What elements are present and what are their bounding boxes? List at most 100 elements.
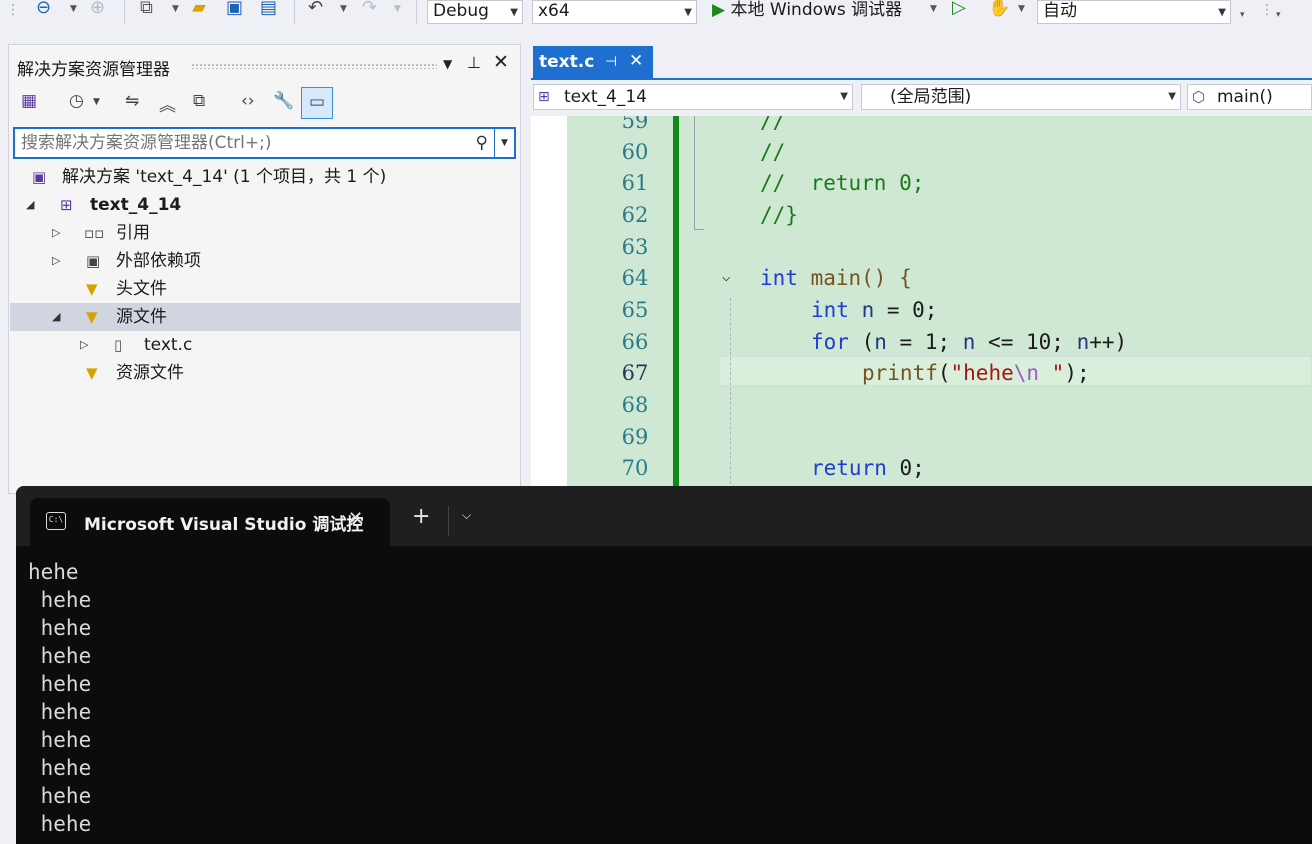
scope-nav-value: (全局范围): [890, 87, 972, 107]
undo-dropdown-icon[interactable]: ▼: [340, 4, 347, 14]
code-editor: text.c ⊣ ✕ ⊞ text_4_14 ▼ (全局范围) ▼ ⬡ main…: [531, 44, 1312, 494]
configuration-select[interactable]: Debug ▼: [427, 0, 523, 24]
switch-views-icon[interactable]: ▦: [21, 91, 37, 111]
chevron-down-icon[interactable]: ⌵: [462, 508, 471, 523]
tree-item-solution[interactable]: ▣ 解决方案 'text_4_14' (1 个项目，共 1 个): [10, 163, 520, 191]
code-line: printf("hehe\n ");: [862, 361, 1090, 385]
line-number: 65: [621, 298, 649, 322]
toolbar-overflow-icon[interactable]: ▾: [1276, 10, 1281, 20]
forward-icon[interactable]: ⊕: [90, 0, 105, 18]
c-file-icon: ▯: [114, 336, 123, 354]
tree-item-references[interactable]: ▷ ▫▫ 引用: [10, 219, 520, 247]
code-line: //: [760, 116, 786, 133]
tree-item-label: 外部依赖项: [116, 251, 201, 271]
code-line: // return 0;: [760, 171, 925, 195]
pin-icon[interactable]: ⊣: [605, 54, 617, 70]
platform-select[interactable]: x64 ▼: [532, 0, 697, 24]
search-box[interactable]: ⚲ ▼: [13, 127, 516, 159]
expanded-arrow-icon[interactable]: ◢: [26, 191, 34, 219]
collapsed-arrow-icon[interactable]: ▷: [80, 331, 88, 359]
close-icon[interactable]: ✕: [629, 51, 643, 71]
tree-item-label: 解决方案 'text_4_14' (1 个项目，共 1 个): [62, 167, 387, 187]
redo-dropdown-icon[interactable]: ▼: [394, 4, 401, 14]
play-icon: ▶: [712, 0, 726, 20]
save-icon[interactable]: ▣: [226, 0, 243, 18]
undo-icon[interactable]: ↶: [308, 0, 323, 18]
panel-title: 解决方案资源管理器: [17, 60, 170, 80]
console-output[interactable]: hehe hehe hehe hehe hehe hehe hehe hehe …: [28, 558, 91, 838]
pending-changes-icon[interactable]: ◷: [69, 91, 84, 111]
references-icon: ▫▫: [84, 224, 105, 242]
show-all-files-icon[interactable]: ⧉: [193, 91, 205, 111]
close-icon[interactable]: ✕: [348, 508, 363, 529]
collapsed-arrow-icon[interactable]: ▷: [52, 247, 60, 275]
titlebar-separator: [448, 506, 449, 536]
tree-item-external-deps[interactable]: ▷ ▣ 外部依赖项: [10, 247, 520, 275]
member-nav-select[interactable]: ⬡ main(): [1187, 84, 1312, 110]
tree-item-label: text.c: [144, 335, 193, 355]
back-icon[interactable]: ⊖: [36, 0, 51, 18]
open-folder-icon[interactable]: ▰: [192, 0, 206, 18]
tree-item-label: 引用: [116, 223, 150, 243]
tree-item-label: 头文件: [116, 279, 167, 299]
close-icon[interactable]: ✕: [493, 51, 509, 73]
tab-strip: [531, 78, 1312, 80]
pending-dropdown-icon[interactable]: ▼: [93, 97, 100, 107]
code-line: for (n = 1; n <= 10; n++): [811, 330, 1128, 354]
scope-nav-select[interactable]: (全局范围) ▼: [861, 84, 1181, 110]
toolbar-separator: [416, 0, 417, 24]
search-options-dropdown[interactable]: ▼: [494, 129, 514, 157]
line-number: 69: [621, 425, 649, 449]
solution-icon: ▣: [32, 168, 47, 186]
hot-reload-dropdown-icon[interactable]: ▼: [1018, 4, 1025, 14]
toolbar-separator: [124, 0, 125, 24]
line-number: 61: [621, 171, 649, 195]
start-debugging-button[interactable]: ▶ 本地 Windows 调试器: [712, 0, 902, 20]
tree-item-label: 资源文件: [116, 363, 184, 383]
cpp-project-icon: ⊞: [538, 89, 550, 105]
grip-icon: ⋮: [1260, 2, 1274, 18]
new-project-icon[interactable]: ⧉: [140, 0, 153, 18]
platform-value: x64: [538, 1, 570, 21]
new-dropdown-icon[interactable]: ▼: [172, 4, 179, 14]
tree-item-sources[interactable]: ◢ ▼ 源文件: [10, 303, 520, 331]
tree-item-headers[interactable]: ▼ 头文件: [10, 275, 520, 303]
run-dropdown-icon[interactable]: ▼: [930, 4, 937, 14]
search-input[interactable]: [21, 133, 461, 153]
terminal-tab[interactable]: C:\ Microsoft Visual Studio 调试控 ✕: [30, 498, 390, 546]
tree-item-resources[interactable]: ▼ 资源文件: [10, 359, 520, 387]
collapsed-arrow-icon[interactable]: ▷: [52, 219, 60, 247]
properties-icon[interactable]: 🔧: [273, 91, 294, 111]
preview-selected-icon[interactable]: ▭: [301, 87, 333, 119]
method-cube-icon: ⬡: [1192, 88, 1206, 106]
pin-icon[interactable]: ⊥: [467, 53, 481, 72]
line-number: 62: [621, 203, 649, 227]
tab-label: text.c: [539, 52, 595, 72]
line-number: 67: [621, 361, 649, 385]
new-tab-icon[interactable]: +: [412, 506, 430, 528]
zoom-select[interactable]: 自动 ▼: [1037, 0, 1231, 24]
panel-menu-icon[interactable]: ▼: [443, 57, 452, 71]
collapse-all-icon[interactable]: ︽: [159, 91, 176, 116]
project-nav-select[interactable]: ⊞ text_4_14 ▼: [533, 84, 853, 110]
search-icon[interactable]: ⚲: [476, 133, 488, 153]
tab-text-c[interactable]: text.c ⊣ ✕: [533, 46, 653, 78]
terminal-icon: C:\: [46, 512, 66, 530]
save-all-icon[interactable]: ▤: [260, 0, 277, 18]
sync-icon[interactable]: ⇋: [125, 91, 139, 111]
toolbar-overflow-icon[interactable]: ▾: [1240, 10, 1245, 20]
view-code-icon[interactable]: ‹›: [241, 91, 255, 111]
expanded-arrow-icon[interactable]: ◢: [52, 303, 60, 331]
panel-grip[interactable]: [191, 63, 437, 69]
tree-item-project[interactable]: ◢ ⊞ text_4_14: [10, 191, 520, 219]
code-area[interactable]: 59 // 60 // 61 // return 0; 62 //} 63 64 ⌵ i…: [531, 116, 1312, 494]
collapse-icon[interactable]: ⌵: [722, 269, 740, 287]
back-dropdown-icon[interactable]: ▼: [70, 4, 77, 14]
redo-icon[interactable]: ↷: [362, 0, 377, 18]
tree-item-label: 源文件: [116, 307, 167, 327]
start-without-debug-icon[interactable]: ▷: [952, 0, 966, 18]
main-toolbar: ⋮ ⊖ ▼ ⊕ ⧉ ▼ ▰ ▣ ▤ ↶ ▼ ↷ ▼ Debug ▼ x64 ▼ …: [0, 0, 1312, 40]
hot-reload-icon[interactable]: ✋: [988, 0, 1010, 18]
tree-item-source-file[interactable]: ▷ ▯ text.c: [10, 331, 520, 359]
line-number: 64: [621, 266, 649, 290]
